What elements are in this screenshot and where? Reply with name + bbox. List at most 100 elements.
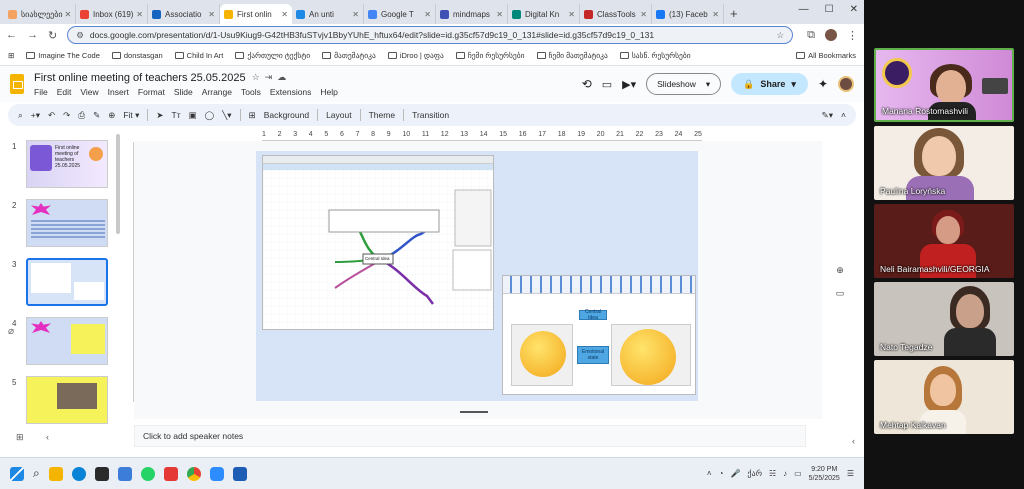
thumbnail-preview[interactable] (26, 317, 108, 365)
bookmark-item[interactable]: სასწ. რესურსები (619, 51, 691, 60)
paint-format-icon[interactable]: ✎ (93, 110, 100, 121)
avatar[interactable] (838, 76, 854, 92)
all-bookmarks-button[interactable]: All Bookmarks (796, 51, 856, 60)
slide-thumbnail[interactable]: 5 (0, 376, 120, 432)
version-history-icon[interactable]: ⟲ (582, 77, 592, 91)
maximize-icon[interactable]: ☐ (825, 4, 834, 15)
new-slide-icon[interactable]: +▾ (31, 110, 40, 121)
keep-icon[interactable]: ⊕ (836, 265, 844, 276)
bookmark-item[interactable]: iDroo | დაფა (387, 51, 444, 60)
slide-thumbnail[interactable]: 1 First online meeting of teachers 25.05… (0, 140, 120, 196)
slide-thumbnail[interactable]: 2 (0, 199, 120, 255)
thumbnail-preview[interactable] (26, 258, 108, 306)
extensions-icon[interactable]: ⧉ (807, 29, 815, 42)
chevron-up-icon[interactable]: ˄ (707, 469, 712, 478)
chevron-down-icon[interactable]: ▾ (706, 79, 710, 90)
kebab-menu-icon[interactable]: ⋮ (847, 29, 858, 42)
close-icon[interactable]: ✕ (134, 10, 143, 19)
thumbnail-preview[interactable] (26, 199, 108, 247)
chevron-down-icon[interactable]: ▾ (791, 79, 796, 90)
slides-logo-icon[interactable] (10, 74, 24, 94)
close-icon[interactable]: ✕ (279, 10, 288, 19)
back-icon[interactable]: ← (6, 29, 17, 41)
filmstrip-scrollbar[interactable] (116, 134, 120, 234)
browser-tab[interactable]: სიახლეები ✕ (4, 4, 76, 24)
collapse-filmstrip-icon[interactable]: ‹ (46, 432, 49, 442)
menu-insert[interactable]: Insert (108, 87, 129, 97)
slide-thumbnail[interactable]: 4 (0, 317, 120, 373)
app-icon[interactable] (163, 466, 178, 481)
text-box-icon[interactable]: Tт (172, 110, 181, 120)
menu-view[interactable]: View (80, 87, 98, 97)
editing-mode-icon[interactable]: ✎▾ (822, 110, 833, 121)
resize-handle[interactable] (460, 411, 488, 413)
theme-button[interactable]: Theme (369, 110, 395, 120)
layout-button[interactable]: Layout (326, 110, 352, 120)
meet-icon[interactable]: ▶▾ (622, 78, 636, 91)
browser-tab[interactable]: Associatio ✕ (148, 4, 220, 24)
close-icon[interactable]: ✕ (62, 10, 71, 19)
bookmark-item[interactable]: მათემატიკა (322, 51, 376, 60)
wifi-icon[interactable]: ◔ (719, 469, 724, 478)
whatsapp-icon[interactable] (140, 466, 155, 481)
menu-help[interactable]: Help (320, 87, 337, 97)
bookmark-item[interactable]: ჩემი რესურსები (455, 51, 525, 60)
shape-icon[interactable]: ◯ (205, 110, 215, 121)
profile-avatar[interactable] (825, 29, 837, 41)
collapse-toolbar-icon[interactable]: ˄ (841, 110, 846, 120)
battery-icon[interactable]: ▭ (794, 469, 802, 478)
participant-tile[interactable]: Nato Tegadze (874, 282, 1014, 356)
slide-thumbnail-selected[interactable]: 3 (0, 258, 120, 314)
browser-tab[interactable]: ClassTools ✕ (580, 4, 652, 24)
gemini-icon[interactable]: ✦ (818, 77, 828, 91)
mindmap-screenshot[interactable]: Central Idea (262, 155, 494, 330)
participant-tile[interactable]: Paulina Loryńska (874, 126, 1014, 200)
windows-start-icon[interactable] (10, 466, 24, 481)
menu-format[interactable]: Format (138, 87, 165, 97)
grid-view-icon[interactable]: ⊞ (16, 432, 24, 443)
bookmark-item[interactable]: Child In Art (174, 51, 223, 60)
menu-file[interactable]: File (34, 87, 48, 97)
address-bar[interactable]: ⚙ docs.google.com/presentation/d/1-Usu9K… (67, 26, 794, 44)
apps-grid-icon[interactable]: ⊞ (8, 51, 14, 60)
microphone-icon[interactable]: 🎤 (730, 469, 740, 478)
folder-icon[interactable]: ▭ (836, 288, 845, 299)
new-tab-button[interactable]: + (724, 6, 744, 24)
zoom-icon[interactable]: ⊕ (108, 110, 115, 121)
close-window-icon[interactable]: ✕ (850, 4, 858, 15)
close-icon[interactable]: ✕ (638, 10, 647, 19)
reload-icon[interactable]: ↻ (48, 29, 57, 42)
transition-button[interactable]: Transition (412, 110, 449, 120)
slideshow-button[interactable]: Slideshow ▾ (646, 73, 722, 95)
search-icon[interactable]: ⌕ (33, 466, 40, 481)
background-button[interactable]: Background (264, 110, 309, 120)
browser-tab[interactable]: An unti ✕ (292, 4, 364, 24)
clock[interactable]: 9:20 PM 5/25/2025 (809, 465, 840, 483)
participant-tile-active[interactable]: Manana Rostomashvili (874, 48, 1014, 122)
language-indicator[interactable]: ქარ (747, 469, 762, 478)
current-slide[interactable]: Central Idea Central Idea Emotional stat… (256, 151, 698, 401)
thumbnail-preview[interactable] (26, 376, 108, 424)
file-explorer-icon[interactable] (48, 466, 63, 481)
participant-tile[interactable]: Mehtap Kalkavan (874, 360, 1014, 434)
zoom-icon[interactable] (209, 466, 224, 481)
minimize-icon[interactable]: — (799, 4, 809, 15)
browser-tab[interactable]: (13) Faceb ✕ (652, 4, 724, 24)
menu-extensions[interactable]: Extensions (270, 87, 312, 97)
editor-emotion-node[interactable]: Emotional state (577, 346, 609, 364)
forward-icon[interactable]: → (27, 29, 38, 41)
star-icon[interactable]: ☆ (252, 72, 260, 83)
menu-edit[interactable]: Edit (57, 87, 72, 97)
network-icon[interactable]: ☵ (769, 469, 776, 478)
document-title[interactable]: First online meeting of teachers 25.05.2… (34, 72, 246, 84)
menu-slide[interactable]: Slide (174, 87, 193, 97)
redo-icon[interactable]: ↷ (63, 110, 70, 121)
bookmark-item[interactable]: ჩემი მათემატიკა (536, 51, 608, 60)
site-info-icon[interactable]: ⚙ (76, 30, 84, 41)
share-button[interactable]: 🔒 Share ▾ (731, 73, 808, 95)
bookmark-item[interactable]: ქართული ტექსტი (235, 51, 310, 60)
app-icon[interactable] (94, 466, 109, 481)
close-icon[interactable]: ✕ (422, 10, 431, 19)
attachment-icon[interactable]: ⌀ (8, 326, 14, 337)
mail-icon[interactable] (117, 466, 132, 481)
